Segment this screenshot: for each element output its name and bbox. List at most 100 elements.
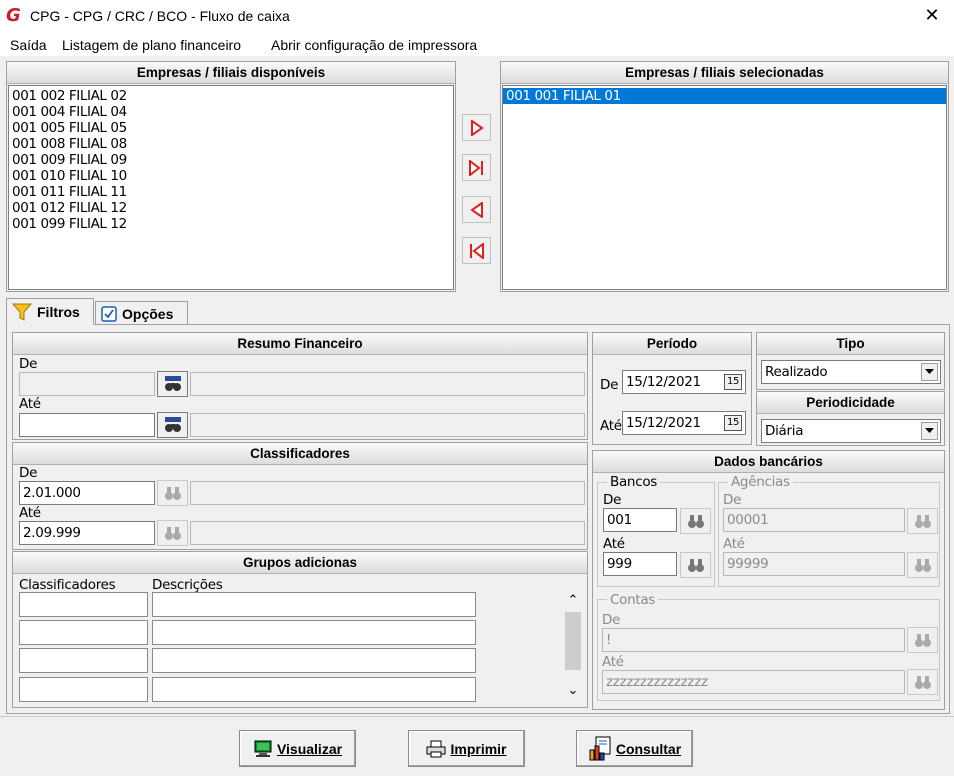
grupos-scrollbar[interactable]: ⌃ ⌄ (564, 592, 582, 702)
agencias-de-search-button[interactable] (907, 508, 938, 534)
agencias-ate-input[interactable]: 99999 (723, 552, 905, 576)
classificadores-de-label: De (19, 465, 38, 481)
classificadores-de-description (190, 481, 585, 505)
calendar-icon[interactable]: 15 (724, 415, 742, 431)
chevron-down-icon[interactable] (921, 363, 938, 381)
close-button[interactable]: ✕ (910, 0, 954, 32)
visualizar-button[interactable]: Visualizar (239, 730, 356, 767)
list-item[interactable]: 001 009 FILIAL 09 (9, 152, 453, 168)
menu-abrir-config-impressora[interactable]: Abrir configuração de impressora (271, 37, 477, 53)
agencias-de-input[interactable]: 00001 (723, 508, 905, 532)
report-chart-icon (589, 736, 611, 760)
grid-cell[interactable] (19, 648, 148, 673)
scroll-up-icon[interactable]: ⌃ (564, 592, 582, 610)
resumo-de-input[interactable] (19, 372, 155, 396)
classificadores-de-input[interactable]: 2.01.000 (19, 481, 155, 505)
periodo-de-input[interactable]: 15/12/2021 15 (622, 370, 746, 394)
grid-cell[interactable] (152, 648, 476, 673)
contas-ate-search-button[interactable] (907, 669, 938, 695)
resumo-de-search-button[interactable] (157, 371, 188, 397)
consultar-button[interactable]: Consultar (576, 730, 693, 767)
grid-cell[interactable] (19, 592, 148, 617)
available-list[interactable]: 001 002 FILIAL 02 001 004 FILIAL 04 001 … (8, 85, 454, 290)
classificadores-ate-input[interactable]: 2.09.999 (19, 521, 155, 545)
selected-list[interactable]: 001 001 FILIAL 01 (502, 85, 947, 290)
periodo-ate-label: Até (600, 418, 622, 434)
list-item[interactable]: 001 011 FILIAL 11 (9, 184, 453, 200)
checkbox-icon (101, 305, 117, 322)
menu-saida[interactable]: Saída (10, 37, 47, 53)
tipo-header: Tipo (757, 333, 944, 355)
contas-de-input[interactable]: ! (602, 628, 905, 652)
funnel-icon (12, 303, 32, 321)
available-panel: Empresas / filiais disponíveis 001 002 F… (6, 61, 456, 292)
grid-cell[interactable] (19, 677, 148, 702)
list-item[interactable]: 001 002 FILIAL 02 (9, 88, 453, 104)
list-item[interactable]: 001 099 FILIAL 12 (9, 216, 453, 232)
list-item[interactable]: 001 001 FILIAL 01 (503, 88, 946, 104)
scroll-down-icon[interactable]: ⌄ (564, 682, 582, 700)
contas-de-search-button[interactable] (907, 627, 938, 653)
arrow-left-all-icon (469, 242, 484, 259)
periodicidade-value: Diária (765, 423, 804, 439)
tab-filtros[interactable]: Filtros (6, 298, 94, 325)
bancos-de-label: De (603, 492, 622, 508)
add-all-button[interactable] (462, 154, 491, 181)
resumo-ate-search-button[interactable] (157, 412, 188, 438)
contas-title: Contas (607, 592, 659, 608)
binoculars-icon (914, 676, 931, 689)
tab-filtros-label: Filtros (37, 303, 80, 320)
grid-cell[interactable] (19, 620, 148, 645)
add-selected-button[interactable] (462, 114, 491, 141)
contas-ate-input[interactable]: zzzzzzzzzzzzzzz (602, 670, 905, 694)
grid-cell[interactable] (152, 620, 476, 645)
remove-all-button[interactable] (462, 237, 491, 264)
classificadores-ate-label: Até (19, 505, 41, 521)
resumo-ate-label: Até (19, 396, 41, 412)
scroll-thumb[interactable] (565, 612, 581, 670)
tipo-select[interactable]: Realizado (761, 360, 941, 384)
remove-selected-button[interactable] (462, 196, 491, 223)
tipo-value: Realizado (765, 364, 828, 380)
classificadores-ate-description (190, 521, 585, 545)
list-item[interactable]: 001 004 FILIAL 04 (9, 104, 453, 120)
list-item[interactable]: 001 008 FILIAL 08 (9, 136, 453, 152)
classificadores-ate-search-button[interactable] (157, 520, 188, 546)
resumo-ate-description (190, 413, 585, 437)
contas-de-label: De (602, 612, 621, 628)
menu-listagem-plano[interactable]: Listagem de plano financeiro (62, 37, 241, 53)
bancos-ate-search-button[interactable] (680, 552, 711, 578)
printer-icon (426, 740, 446, 757)
consultar-label: Consultar (615, 740, 682, 757)
grid-cell[interactable] (152, 677, 476, 702)
agencias-ate-label: Até (723, 536, 745, 552)
agencias-de-label: De (723, 492, 742, 508)
periodo-de-value: 15/12/2021 (626, 374, 701, 390)
resumo-ate-input[interactable] (19, 413, 155, 437)
resumo-de-description (190, 372, 585, 396)
tab-opcoes[interactable]: Opções (95, 301, 188, 325)
bancos-de-input[interactable]: 001 (603, 508, 677, 532)
menu-bar: Saída Listagem de plano financeiro Abrir… (0, 32, 954, 56)
grupos-col-classificadores: Classificadores (19, 577, 116, 593)
binoculars-icon (687, 515, 704, 528)
bancos-de-search-button[interactable] (680, 508, 711, 534)
dados-header: Dados bancários (593, 451, 944, 473)
periodo-ate-input[interactable]: 15/12/2021 15 (622, 411, 746, 435)
imprimir-label: Imprimir (450, 740, 507, 757)
chevron-down-icon[interactable] (921, 422, 938, 440)
classificadores-de-search-button[interactable] (157, 480, 188, 506)
agencias-ate-search-button[interactable] (907, 552, 938, 578)
list-item[interactable]: 001 005 FILIAL 05 (9, 120, 453, 136)
list-item[interactable]: 001 010 FILIAL 10 (9, 168, 453, 184)
periodo-header: Período (593, 333, 751, 355)
imprimir-button[interactable]: Imprimir (408, 730, 525, 767)
list-item[interactable]: 001 012 FILIAL 12 (9, 200, 453, 216)
calendar-icon[interactable]: 15 (724, 374, 742, 390)
bancos-title: Bancos (607, 474, 661, 490)
bancos-ate-input[interactable]: 999 (603, 552, 677, 576)
binoculars-icon (164, 417, 181, 432)
periodicidade-select[interactable]: Diária (761, 419, 941, 443)
grupos-header: Grupos adicionas (13, 552, 587, 574)
grid-cell[interactable] (152, 592, 476, 617)
